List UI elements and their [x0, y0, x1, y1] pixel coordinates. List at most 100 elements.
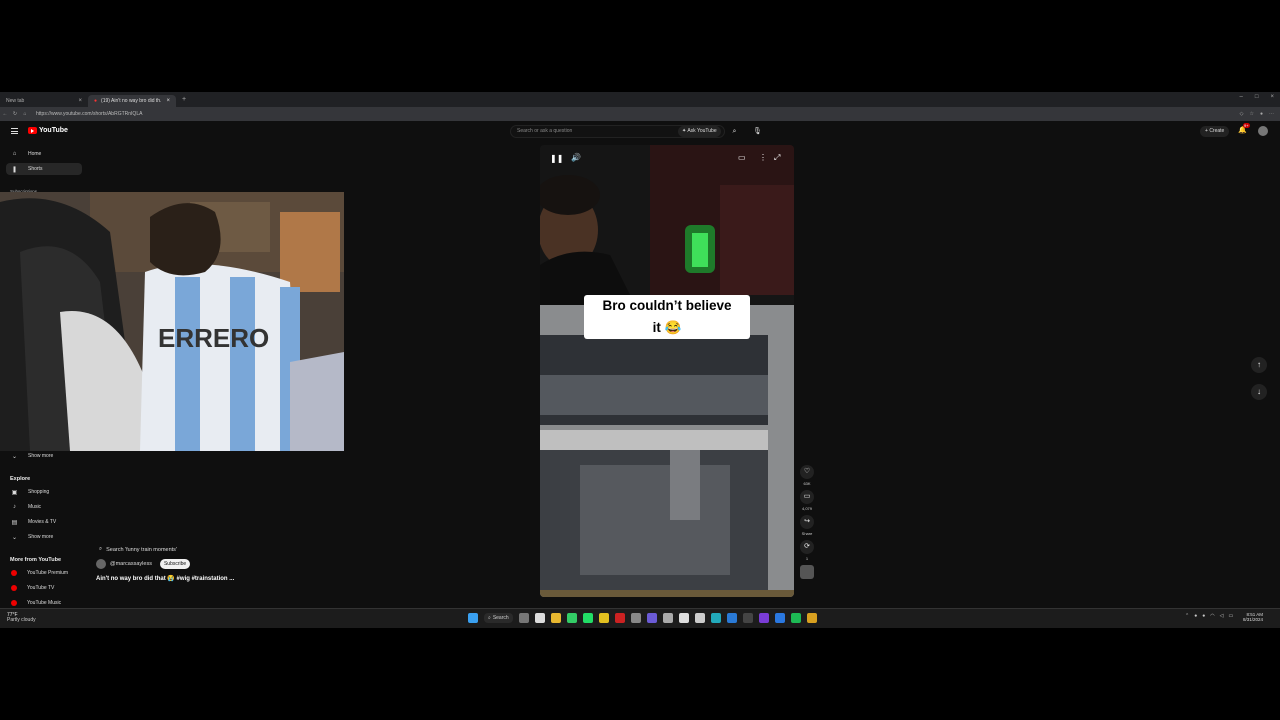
webcam-overlay: ERRERO [0, 192, 344, 451]
related-search-link[interactable]: ⌕ Search 'funny train moments' [99, 546, 296, 553]
app-icon[interactable] [806, 613, 817, 623]
like-count: 63K [803, 481, 811, 486]
bag-icon: ▣ [11, 489, 18, 496]
start-icon[interactable] [468, 613, 478, 623]
app-icon[interactable] [758, 613, 769, 623]
music-icon: ♪ [13, 504, 16, 510]
app-icon[interactable] [582, 613, 593, 623]
app-icon[interactable] [742, 613, 753, 623]
url-field[interactable]: https://www.youtube.com/shorts/AbRGTRnIQ… [36, 111, 142, 117]
sidebar-item-movies-tv[interactable]: ▤ Movies & TV [6, 516, 82, 528]
favorites-icon[interactable]: ☆ [1249, 111, 1253, 117]
weather-widget[interactable]: 77°F Partly cloudy [7, 613, 36, 623]
spotify-icon[interactable] [790, 613, 801, 623]
home-icon: ⌂ [12, 151, 17, 157]
chevron-up-icon[interactable]: ⌃ [1185, 613, 1189, 619]
related-search-text: Search 'funny train moments' [106, 546, 177, 553]
wifi-icon[interactable]: ◠ [1210, 613, 1214, 619]
sidebar-item-youtube-premium[interactable]: YouTube Premium [6, 567, 82, 579]
tab-label: (19) Ain't no way bro did th... [101, 98, 162, 104]
channel-avatar[interactable] [96, 559, 106, 569]
app-icon[interactable] [678, 613, 689, 623]
app-icon[interactable] [630, 613, 641, 623]
show-more-explore[interactable]: ⌄ Show more [6, 531, 82, 543]
back-icon[interactable]: ← [0, 111, 10, 117]
clock[interactable]: 8:51 AM 8/31/2024 [1243, 612, 1263, 622]
app-icon[interactable] [614, 613, 625, 623]
discord-icon[interactable] [646, 613, 657, 623]
refresh-icon[interactable]: ↻ [10, 111, 20, 117]
film-icon: ▤ [11, 519, 18, 526]
shorts-video-player[interactable]: Bro couldn’t believe it 😂 ❚❚ 🔊 ▭ ⋮ ⤢ [540, 145, 794, 597]
comment-icon[interactable]: ▭ [800, 490, 814, 504]
sidebar-item-label: Movies & TV [28, 519, 57, 525]
tray-app-icon[interactable]: ● [1194, 613, 1197, 619]
fullscreen-icon[interactable]: ⤢ [774, 153, 780, 163]
tray-app-icon[interactable]: ● [1202, 613, 1205, 619]
video-title[interactable]: Ain't no way bro did that 😭 #wig #trains… [96, 575, 296, 582]
shorts-action-column: ♡ 63K ▭ 4,079 ↪ Share ⟳ 1 [800, 465, 814, 579]
tab-new-tab[interactable]: New tab × [0, 95, 88, 107]
subscribe-button[interactable]: Subscribe [159, 559, 191, 569]
shorts-icon: ❚ [11, 166, 18, 173]
close-icon[interactable]: × [78, 98, 82, 104]
sidebar-item-youtube-tv[interactable]: YouTube TV [6, 582, 82, 594]
channel-row: @marcassayless Subscribe [96, 559, 296, 569]
home-nav-icon[interactable]: ⌂ [20, 111, 30, 117]
new-tab-button[interactable]: + [182, 96, 186, 103]
more-options-icon[interactable]: ⋮ [759, 153, 767, 162]
app-icon[interactable] [710, 613, 721, 623]
maximize-icon[interactable]: □ [1255, 94, 1259, 100]
sidebar-item-shorts[interactable]: ❚ Shorts [6, 163, 82, 175]
file-explorer-icon[interactable] [550, 613, 561, 623]
like-icon[interactable]: ♡ [800, 465, 814, 479]
settings-icon[interactable]: ⋯ [1269, 111, 1274, 117]
whatsapp-icon[interactable] [566, 613, 577, 623]
close-window-icon[interactable]: × [1270, 94, 1274, 100]
volume-icon[interactable]: 🔊 [571, 153, 581, 162]
sound-thumbnail[interactable] [800, 565, 814, 579]
profile-icon[interactable]: ● [1260, 111, 1263, 117]
hamburger-menu-icon[interactable] [11, 128, 18, 134]
search-icon[interactable]: ⌕ [729, 126, 740, 137]
sidebar-item-label: YouTube Music [27, 600, 62, 606]
sidebar-item-home[interactable]: ⌂ Home [6, 148, 82, 160]
edge-icon[interactable] [726, 613, 737, 623]
show-more-subscriptions[interactable]: ⌄ Show more [6, 450, 82, 462]
minimize-icon[interactable]: – [1240, 94, 1243, 100]
close-icon[interactable]: × [166, 98, 170, 104]
microphone-icon[interactable]: 🎙 [752, 126, 763, 137]
app-icon[interactable] [774, 613, 785, 623]
ask-label: Ask YouTube [687, 128, 717, 134]
video-caption-overlay: Bro couldn’t believe it 😂 [584, 295, 750, 339]
notes-icon[interactable] [598, 613, 609, 623]
account-avatar[interactable] [1258, 126, 1268, 136]
app-icon[interactable] [694, 613, 705, 623]
tab-youtube-short[interactable]: ● (19) Ain't no way bro did th... × [88, 95, 176, 107]
captions-icon[interactable]: ▭ [738, 153, 746, 162]
taskbar-apps: ⌕ Search [468, 613, 817, 623]
create-button[interactable]: + Create [1200, 126, 1230, 137]
youtube-premium-icon [11, 570, 17, 576]
task-view-icon[interactable] [518, 613, 529, 623]
sidebar-item-label: YouTube Premium [27, 570, 69, 576]
share-icon[interactable]: ↪ [800, 515, 814, 529]
previous-short-button[interactable]: ↑ [1251, 357, 1267, 373]
speaker-icon[interactable]: ◁ [1220, 613, 1224, 619]
sidebar-item-shopping[interactable]: ▣ Shopping [6, 486, 82, 498]
channel-name[interactable]: @marcassayless [110, 561, 152, 567]
pause-icon[interactable]: ❚❚ [550, 154, 563, 163]
sidebar-item-music[interactable]: ♪ Music [6, 501, 82, 513]
remix-icon[interactable]: ⟳ [800, 540, 814, 554]
explore-header: Explore [10, 476, 31, 482]
chrome-icon[interactable] [534, 613, 545, 623]
clock-date: 8/31/2024 [1243, 617, 1264, 622]
youtube-logo[interactable]: YouTube [28, 127, 68, 134]
next-short-button[interactable]: ↓ [1251, 384, 1267, 400]
battery-icon[interactable]: ▭ [1229, 613, 1234, 619]
webcam-image: ERRERO [0, 192, 344, 451]
ask-youtube-button[interactable]: ✦ Ask YouTube [678, 126, 721, 137]
taskbar-search[interactable]: ⌕ Search [484, 613, 513, 623]
obs-icon[interactable] [662, 613, 673, 623]
extension-icon[interactable]: ◇ [1240, 111, 1244, 117]
